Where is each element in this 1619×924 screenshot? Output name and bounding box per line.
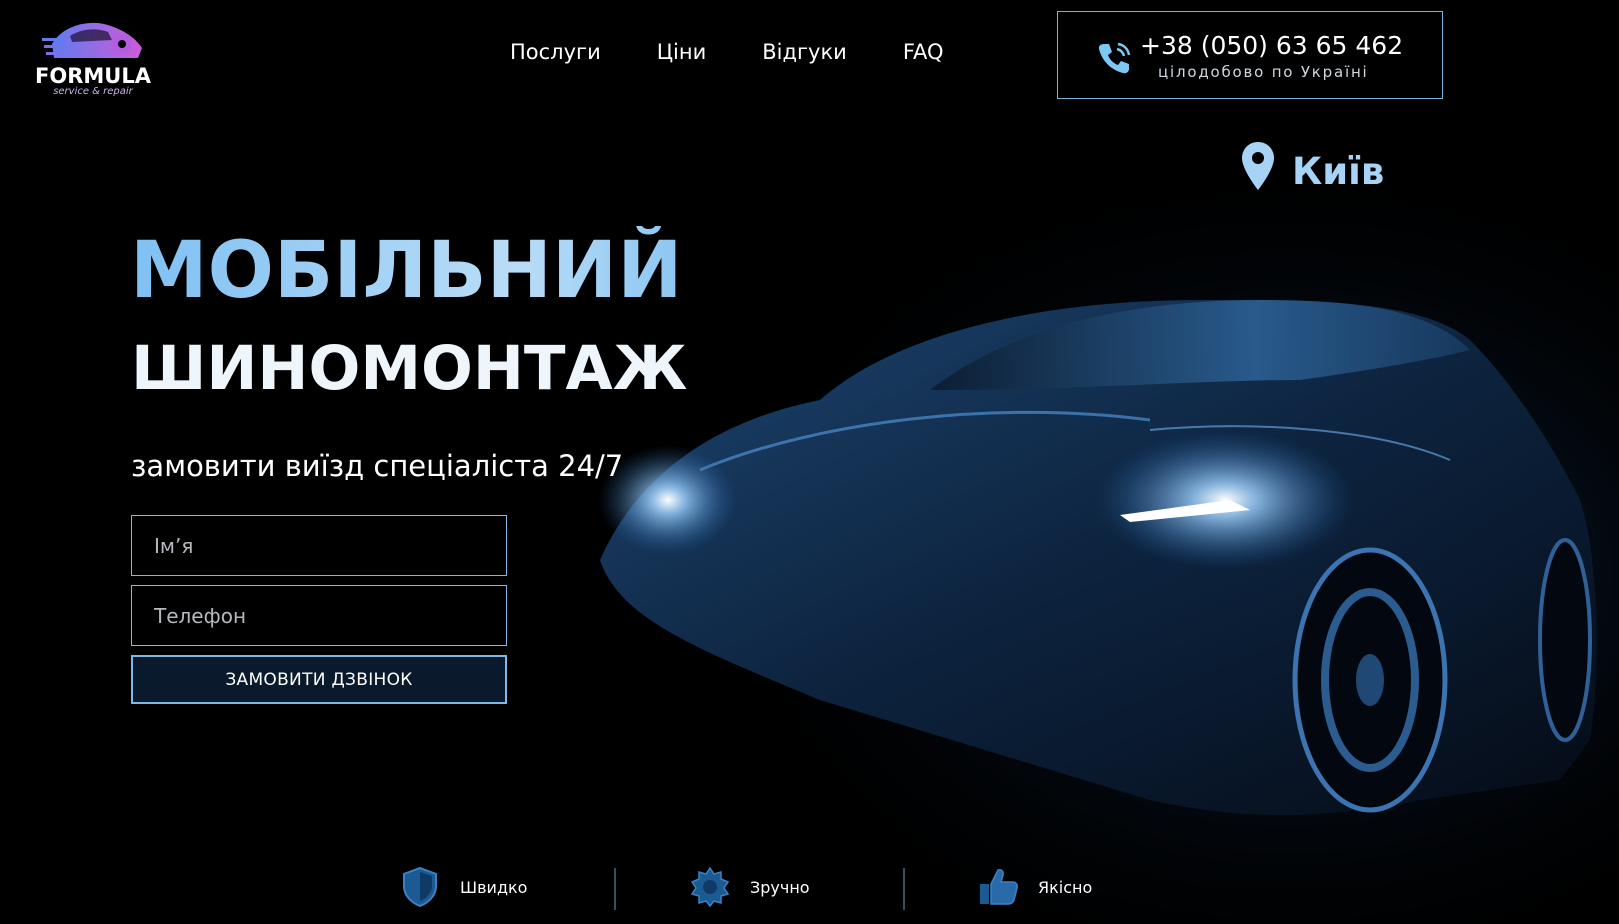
name-input[interactable] <box>131 515 507 576</box>
hero-subtitle: замовити виїзд спеціаліста 24/7 <box>131 449 624 483</box>
feature-label: Якісно <box>1038 877 1093 897</box>
nav-item-reviews[interactable]: Відгуки <box>762 40 847 64</box>
phone-number[interactable]: +38 (050) 63 65 462 <box>1140 31 1403 60</box>
phone-input[interactable] <box>131 585 507 646</box>
nav-item-faq[interactable]: FAQ <box>903 40 944 64</box>
feature-divider <box>614 868 616 910</box>
phone-contact-box[interactable]: +38 (050) 63 65 462 цілодобово по Україн… <box>1057 11 1443 99</box>
feature-convenient: Зручно <box>690 864 810 910</box>
badge-icon <box>690 866 730 908</box>
shield-icon <box>403 866 437 908</box>
feature-label: Швидко <box>460 877 528 897</box>
brand-tagline: service & repair <box>53 86 133 97</box>
main-nav: Послуги Ціни Відгуки FAQ <box>510 40 944 64</box>
city-name: Київ <box>1292 150 1385 193</box>
feature-quality: Якісно <box>978 864 1092 910</box>
phone-icon <box>1098 42 1131 74</box>
car-wrench-logo-icon <box>42 22 142 59</box>
nav-item-services[interactable]: Послуги <box>510 40 601 64</box>
hero-title-line2: ШИНОМОНТАЖ <box>131 333 688 404</box>
feature-divider <box>903 868 905 910</box>
nav-item-prices[interactable]: Ціни <box>657 40 707 64</box>
city-location: Київ <box>1240 138 1384 193</box>
features-bar: Швидко Зручно Якісно <box>0 864 1619 924</box>
feature-fast: Швидко <box>400 864 527 910</box>
brand-name: FORMULA <box>35 64 151 88</box>
phone-availability-note: цілодобово по Україні <box>1158 63 1369 81</box>
feature-label: Зручно <box>750 877 810 897</box>
order-call-button[interactable]: ЗАМОВИТИ ДЗВІНОК <box>131 655 507 704</box>
brand-logo[interactable]: FORMULA service & repair <box>30 14 156 98</box>
map-pin-icon <box>1242 141 1274 190</box>
thumbs-up-icon <box>980 869 1018 905</box>
hero-title-line1: МОБІЛЬНИЙ <box>130 226 683 316</box>
callback-form: ЗАМОВИТИ ДЗВІНОК <box>131 515 507 704</box>
